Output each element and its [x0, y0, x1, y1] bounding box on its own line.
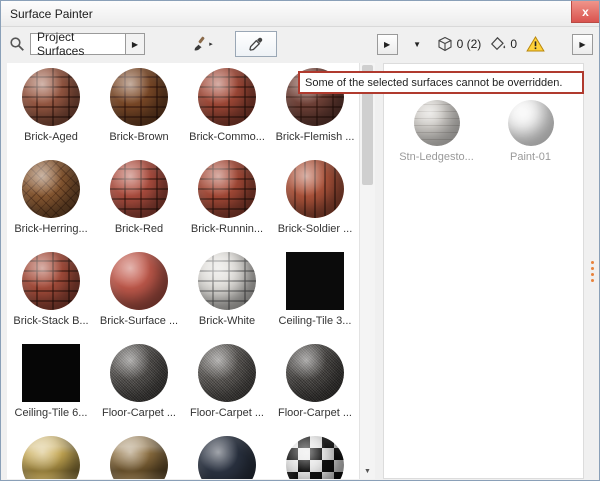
surface-thumbnail[interactable] — [7, 431, 95, 479]
surface-filter-value[interactable]: Project Surfaces — [30, 33, 126, 55]
surface-label: Ceiling-Tile 6... — [15, 407, 88, 419]
surface-preview-sphere — [110, 160, 168, 218]
surface-filter-expand-button[interactable]: ▶ — [126, 33, 145, 55]
surface-grid-panel: Brick-Aged Brick-Brown Brick-Commo... Brick… — [7, 63, 359, 479]
surface-preview-sphere — [198, 160, 256, 218]
window-title: Surface Painter — [10, 7, 93, 21]
surface-label: Brick-Soldier ... — [278, 223, 353, 235]
painted-count-label: 0 — [510, 37, 517, 51]
surface-thumbnail[interactable]: Floor-Carpet ... — [95, 339, 183, 431]
surface-preview-sphere — [286, 344, 344, 402]
surface-preview-sphere — [22, 436, 80, 479]
surface-thumbnail[interactable]: Brick-Stack B... — [7, 247, 95, 339]
surface-thumbnail[interactable]: Brick-Brown — [95, 63, 183, 155]
non-overridable-list: Stn-Ledgesto... Paint-01 — [384, 100, 583, 180]
surface-grid: Brick-Aged Brick-Brown Brick-Commo... Brick… — [7, 63, 359, 479]
surface-label: Ceiling-Tile 3... — [279, 315, 352, 327]
surface-thumbnail[interactable]: Brick-Commo... — [183, 63, 271, 155]
brush-menu-arrow[interactable]: ▸ — [209, 40, 213, 48]
surface-thumbnail[interactable]: Ceiling-Tile 6... — [7, 339, 95, 431]
surface-thumbnail[interactable]: Paint-01 — [491, 100, 571, 180]
surface-preview-square — [22, 344, 80, 402]
surface-thumbnail[interactable]: Ceiling-Tile 3... — [271, 247, 359, 339]
surface-label: Stn-Ledgesto... — [399, 151, 474, 163]
expand-left-button[interactable]: ▶ — [377, 34, 398, 55]
warning-icon — [526, 36, 545, 52]
expand-right-button[interactable]: ▶ — [572, 34, 593, 55]
surface-label: Brick-Aged — [24, 131, 78, 143]
surface-thumbnail[interactable]: Brick-Soldier ... — [271, 155, 359, 247]
paint-bucket-icon — [490, 36, 506, 52]
surface-thumbnail[interactable]: Brick-Surface ... — [95, 247, 183, 339]
surface-preview-square — [286, 252, 344, 310]
surface-thumbnail[interactable] — [95, 431, 183, 479]
toolbar: Project Surfaces ▶ ▸ ▶ ▼ 0 (2) — [1, 27, 599, 61]
surface-label: Brick-Surface ... — [100, 315, 178, 327]
surface-preview-sphere — [22, 68, 80, 126]
surface-thumbnail[interactable] — [271, 431, 359, 479]
surface-thumbnail[interactable]: Floor-Carpet ... — [271, 339, 359, 431]
surface-filter-combo[interactable]: Project Surfaces ▶ — [30, 33, 145, 55]
surface-preview-sphere — [198, 344, 256, 402]
surface-thumbnail[interactable]: Floor-Carpet ... — [183, 339, 271, 431]
override-warning-message: Some of the selected surfaces cannot be … — [298, 71, 584, 94]
surface-thumbnail[interactable]: Brick-Runnin... — [183, 155, 271, 247]
scroll-down-button[interactable]: ▼ — [360, 463, 375, 479]
surface-preview-sphere — [110, 252, 168, 310]
surface-thumbnail[interactable]: Brick-Aged — [7, 63, 95, 155]
toolbar-right-group: ▶ ▼ 0 (2) 0 ▶ — [377, 34, 593, 55]
surface-label: Floor-Carpet ... — [102, 407, 176, 419]
paint-brush-icon — [191, 36, 207, 52]
surface-preview-sphere — [22, 252, 80, 310]
cube-icon — [437, 36, 453, 52]
title-bar: Surface Painter x — [1, 1, 599, 27]
surface-label: Brick-Stack B... — [13, 315, 88, 327]
selected-objects-counter: 0 (2) — [437, 36, 482, 52]
surface-label: Floor-Carpet ... — [190, 407, 264, 419]
surface-preview-sphere — [286, 436, 344, 479]
paint-brush-button[interactable]: ▸ — [186, 31, 218, 57]
panel-resize-grip[interactable] — [587, 63, 597, 479]
main-content: Brick-Aged Brick-Brown Brick-Commo... Brick… — [1, 61, 599, 481]
list-options-chevron[interactable]: ▼ — [407, 34, 428, 55]
non-overridable-panel: Stn-Ledgesto... Paint-01 — [383, 63, 584, 479]
surface-thumbnail[interactable]: Stn-Ledgesto... — [397, 100, 477, 180]
surface-label: Brick-Red — [115, 223, 163, 235]
surface-thumbnail[interactable]: Brick-Red — [95, 155, 183, 247]
surface-label: Paint-01 — [510, 151, 551, 163]
surface-label: Brick-Commo... — [189, 131, 265, 143]
surface-label: Brick-Herring... — [14, 223, 87, 235]
surface-preview-sphere — [110, 436, 168, 479]
objects-count-label: 0 (2) — [457, 37, 482, 51]
eyedropper-icon — [248, 36, 264, 52]
surface-painter-window: Surface Painter x Project Surfaces ▶ ▸ ▶… — [0, 0, 600, 481]
surface-label: Brick-White — [199, 315, 255, 327]
surface-preview-sphere — [198, 436, 256, 479]
close-button[interactable]: x — [571, 1, 599, 23]
surface-preview-sphere — [198, 252, 256, 310]
surface-preview-sphere — [286, 160, 344, 218]
surface-label: Brick-Flemish ... — [276, 131, 355, 143]
surface-preview-sphere — [414, 100, 460, 146]
surface-preview-sphere — [110, 344, 168, 402]
surface-preview-sphere — [22, 160, 80, 218]
surface-label: Floor-Carpet ... — [278, 407, 352, 419]
surface-label: Brick-Runnin... — [191, 223, 263, 235]
surface-preview-sphere — [110, 68, 168, 126]
surface-thumbnail[interactable] — [183, 431, 271, 479]
surface-thumbnail[interactable]: Brick-Herring... — [7, 155, 95, 247]
surface-label: Brick-Brown — [109, 131, 168, 143]
surface-preview-sphere — [198, 68, 256, 126]
vertical-scrollbar[interactable]: ▼ — [359, 63, 375, 479]
surface-preview-sphere — [508, 100, 554, 146]
painted-surfaces-counter: 0 — [490, 36, 517, 52]
search-icon — [9, 36, 25, 52]
surface-thumbnail[interactable]: Brick-White — [183, 247, 271, 339]
eyedropper-button[interactable] — [235, 31, 277, 57]
